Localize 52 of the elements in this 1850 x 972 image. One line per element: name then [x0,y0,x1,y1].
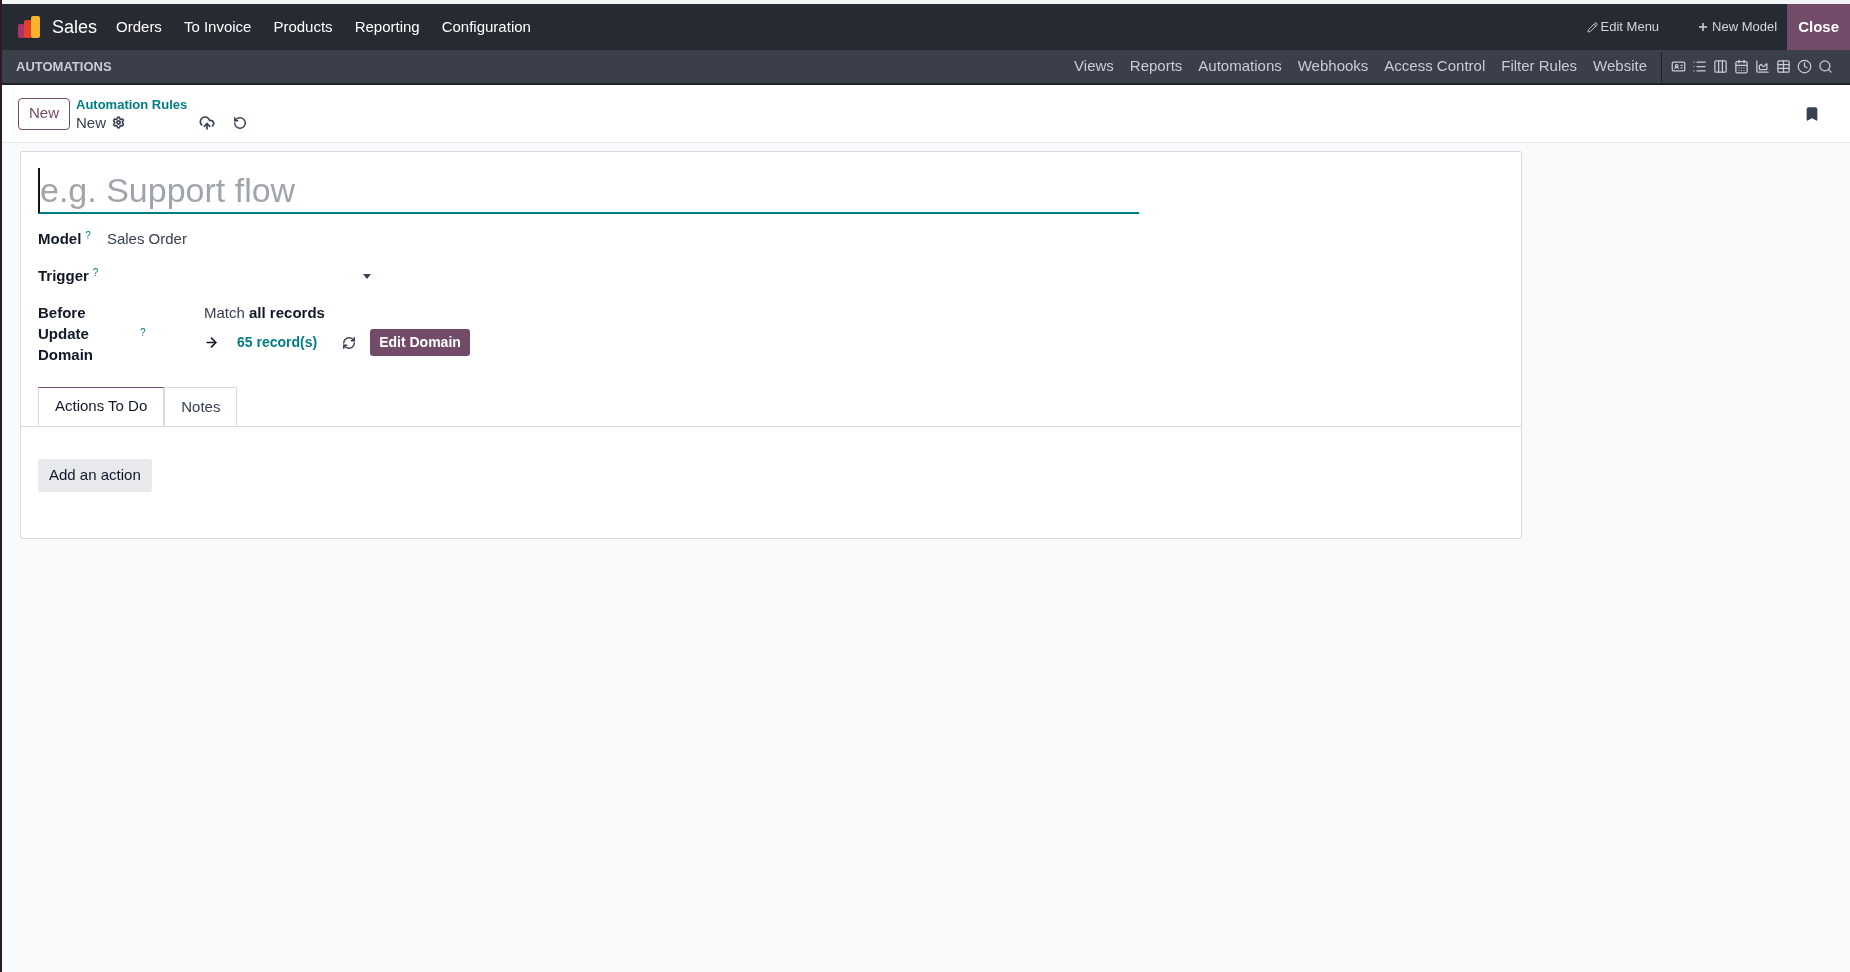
tab[interactable]: Notes [164,387,238,426]
clock-icon[interactable] [1797,59,1812,74]
edit-menu-button[interactable]: Edit Menu [1586,17,1660,37]
bookmark-icon[interactable] [1804,105,1820,122]
subbar-link[interactable]: Reports [1121,55,1191,78]
card-view-icon[interactable] [1671,59,1686,74]
app-name[interactable]: Sales [52,13,98,41]
subbar-link[interactable]: Automations [1190,55,1290,78]
record-name: New [76,113,107,132]
record-count-link[interactable]: 65 record(s) [237,332,318,353]
breadcrumb-link[interactable]: Automation Rules [76,95,248,114]
pencil-icon [1586,21,1598,33]
edit-domain-button[interactable]: Edit Domain [370,329,470,356]
menu-item[interactable]: To Invoice [172,15,263,39]
menu-item[interactable]: Orders [105,15,173,39]
add-action-button[interactable]: Add an action [38,459,152,492]
kanban-view-icon[interactable] [1713,59,1728,74]
discard-icon[interactable] [233,115,248,130]
subbar-link[interactable]: Website [1585,55,1655,78]
name-input-field[interactable]: e.g. Support flow [38,168,1139,214]
field-label: Model [38,228,82,249]
calendar-icon[interactable] [1734,59,1749,74]
arrow-right-icon [204,335,219,350]
table-icon[interactable] [1776,59,1791,74]
plus-icon [1697,21,1710,33]
area-chart-icon[interactable] [1755,59,1770,74]
field-value: Sales Order [106,228,187,249]
settings-icon[interactable] [112,116,126,129]
menu-item[interactable]: Products [262,15,344,39]
menu-item[interactable]: Configuration [430,15,542,39]
search-icon[interactable] [1818,59,1833,74]
field-label: Trigger [38,265,89,286]
menu-item[interactable]: Reporting [343,15,431,39]
tab[interactable]: Actions To Do [38,387,165,426]
app-logo-icon[interactable] [18,16,42,38]
new-button[interactable]: New [18,97,70,130]
help-tooltip[interactable]: ? [92,264,99,280]
new-model-button[interactable]: New Model [1697,17,1778,37]
subbar-link[interactable]: Filter Rules [1493,55,1586,78]
help-tooltip[interactable]: ? [85,227,91,243]
subbar-link[interactable]: Access Control [1376,55,1494,78]
subbar-link[interactable]: Webhooks [1289,55,1377,78]
subbar-title: AUTOMATIONS [16,57,112,76]
list-view-icon[interactable] [1692,59,1707,74]
help-tooltip[interactable]: ? [140,322,146,343]
caret-icon [363,273,372,279]
refresh-icon[interactable] [342,335,357,350]
subbar-link[interactable]: Views [1066,55,1122,78]
domain-summary: Match all records [204,303,326,323]
field-label: Before Update Domain [38,303,94,365]
close-button[interactable]: Close [1787,4,1850,50]
save-icon[interactable] [199,114,216,131]
